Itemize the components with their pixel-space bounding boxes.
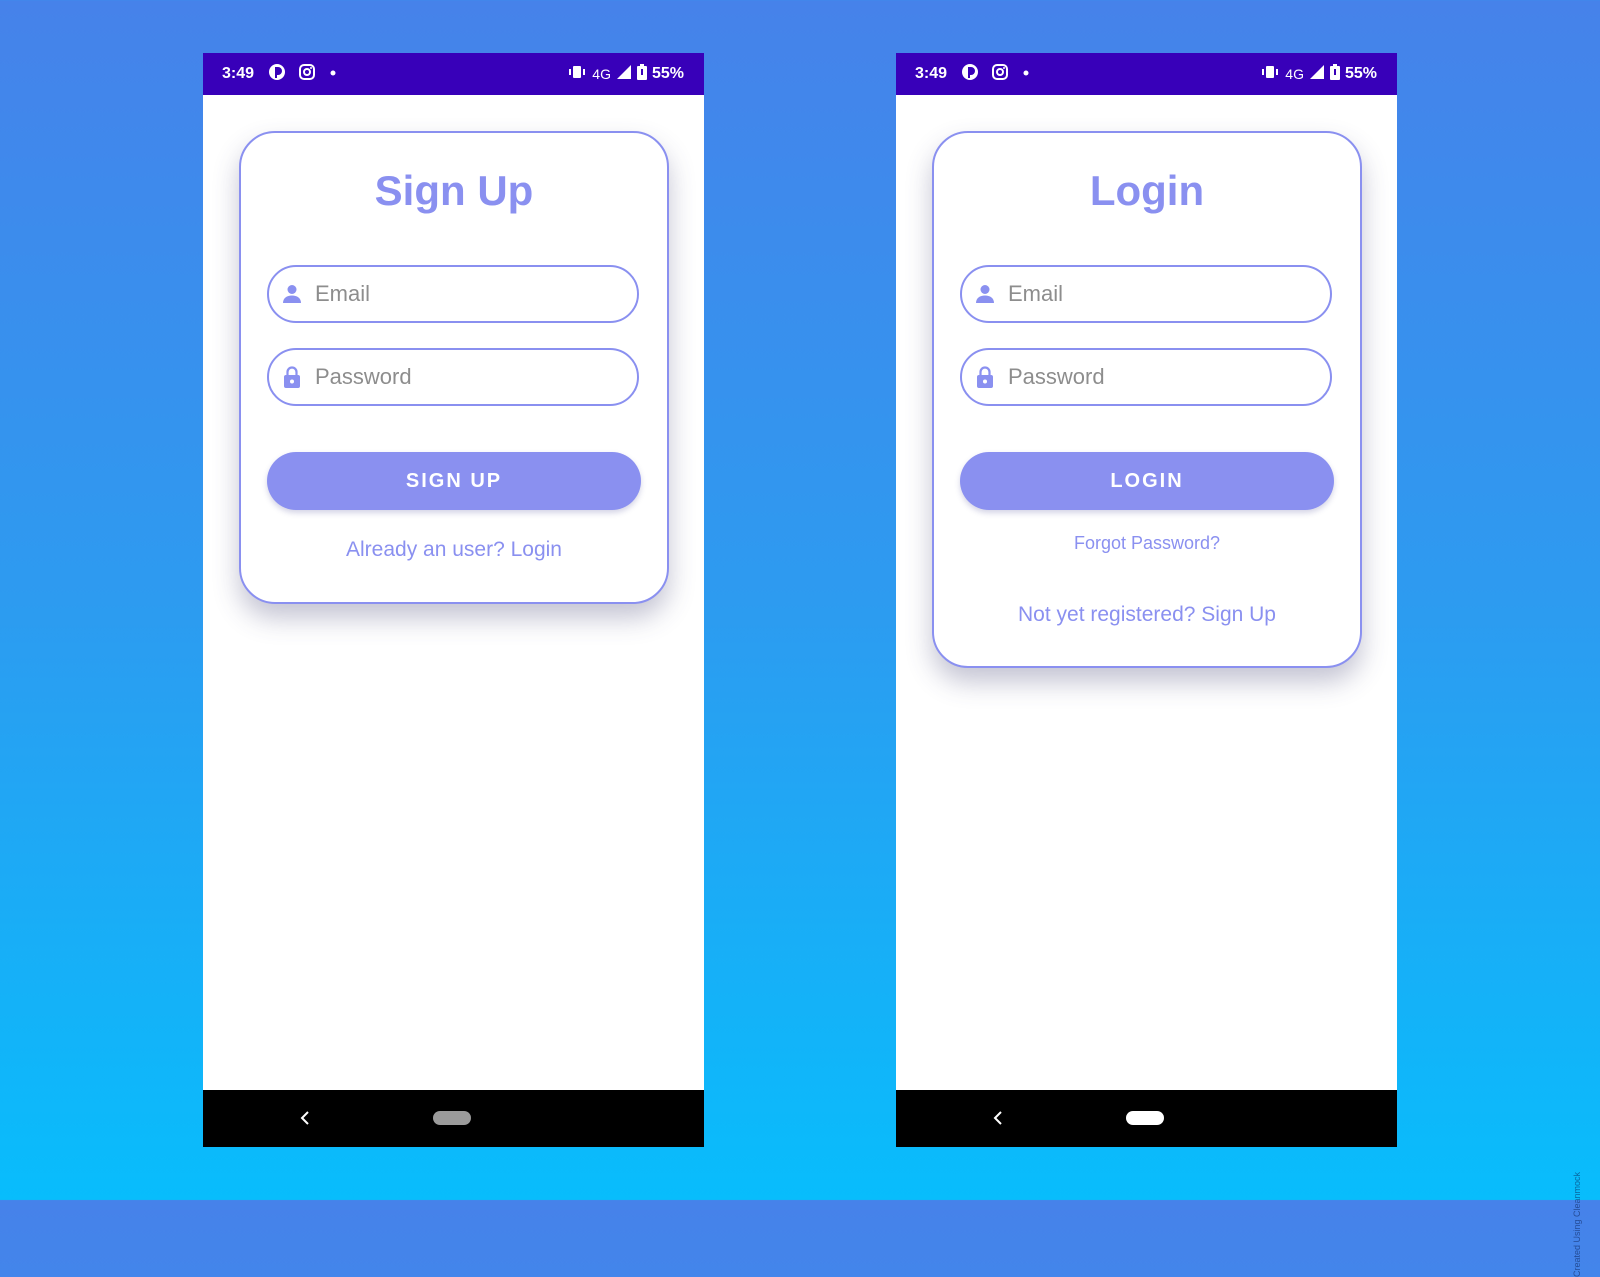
user-icon [973,282,997,306]
network-type: 4G [592,66,611,82]
signal-icon [616,64,632,85]
password-field[interactable] [960,348,1332,406]
status-time: 3:49 [222,65,255,82]
signup-card: Sign Up SIGN UP Already an user? Login [239,131,669,604]
navigation-bar [203,1090,704,1147]
lock-icon [280,365,304,389]
password-input[interactable] [1008,350,1314,404]
sign-up-link[interactable]: Not yet registered? Sign Up [934,603,1360,627]
vibrate-icon [1260,65,1280,84]
page-title: Login [1089,167,1205,214]
app-icon [268,63,286,86]
watermark: Created Using Cleanmock [1572,1172,1582,1277]
network-type: 4G [1285,66,1304,82]
status-bar: 3:49 4G 55% [896,53,1397,95]
lock-icon [973,365,997,389]
email-input[interactable] [315,267,621,321]
login-button[interactable]: LOGIN [960,452,1334,510]
forgot-password-link[interactable]: Forgot Password? [934,533,1360,554]
back-icon[interactable] [299,1109,311,1127]
email-field[interactable] [960,265,1332,323]
signal-icon [1309,64,1325,85]
instagram-icon [298,63,316,86]
home-button[interactable] [433,1111,471,1125]
login-phone: 3:49 4G 55% Login Email LOGIN Forgot Pas… [896,53,1397,1147]
signup-phone: 3:49 4G 55% Sign Up Email SIGN UP Alread… [203,53,704,1147]
battery-icon [1329,63,1340,85]
page-title: Sign Up [374,167,534,214]
app-icon [961,63,979,86]
password-field[interactable] [267,348,639,406]
status-time: 3:49 [915,65,948,82]
user-icon [280,282,304,306]
back-icon[interactable] [992,1109,1004,1127]
battery-icon [636,63,647,85]
password-input[interactable] [315,350,621,404]
notification-dot-icon [1021,65,1031,83]
home-button[interactable] [1126,1111,1164,1125]
email-input[interactable] [1008,267,1314,321]
notification-dot-icon [328,65,338,83]
battery-percent: 55% [1344,65,1377,82]
navigation-bar [896,1090,1397,1147]
vibrate-icon [567,65,587,84]
login-link[interactable]: Already an user? Login [241,538,667,562]
email-field[interactable] [267,265,639,323]
status-bar: 3:49 4G 55% [203,53,704,95]
instagram-icon [991,63,1009,86]
login-card: Login LOGIN Forgot Password? Not yet reg… [932,131,1362,668]
battery-percent: 55% [651,65,684,82]
sign-up-button[interactable]: SIGN UP [267,452,641,510]
